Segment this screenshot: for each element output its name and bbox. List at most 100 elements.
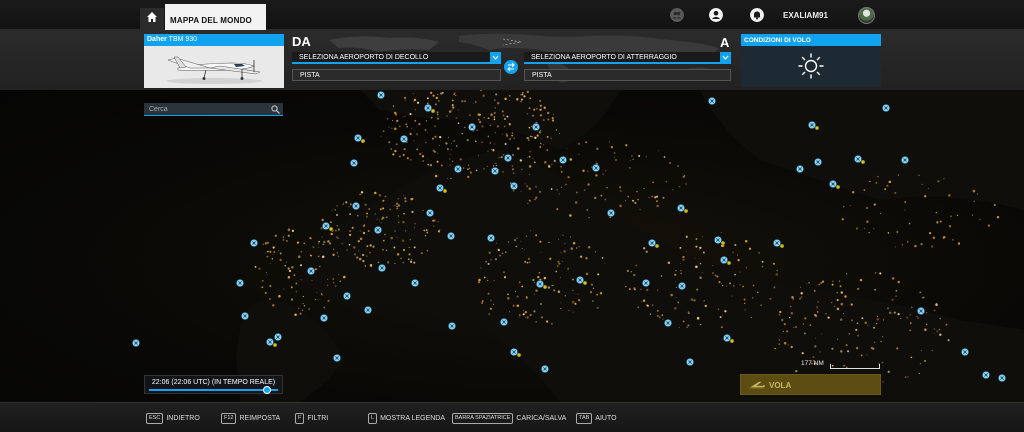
airport-marker[interactable]: [642, 279, 650, 287]
airport-marker[interactable]: [468, 123, 476, 131]
airport-marker[interactable]: [266, 338, 274, 346]
hint-filters[interactable]: F FILTRI: [295, 413, 328, 424]
airport-marker[interactable]: [592, 164, 600, 172]
airport-marker[interactable]: [454, 165, 462, 173]
hint-back[interactable]: ESC INDIETRO: [146, 413, 200, 424]
username[interactable]: EXALIAM91: [783, 11, 828, 20]
airport-marker[interactable]: [447, 232, 455, 240]
departure-runway-field[interactable]: PISTA: [292, 69, 501, 81]
airport-marker[interactable]: [854, 155, 862, 163]
airport-marker[interactable]: [961, 348, 969, 356]
airport-marker[interactable]: [532, 123, 540, 131]
airport-marker[interactable]: [808, 121, 816, 129]
time-slider-knob[interactable]: [263, 386, 271, 394]
airport-marker[interactable]: [424, 104, 432, 112]
airport-marker[interactable]: [274, 333, 282, 341]
airport-marker[interactable]: [377, 91, 385, 99]
profile-icon[interactable]: [709, 8, 723, 22]
world-map[interactable]: [0, 90, 1024, 402]
airport-marker[interactable]: [320, 314, 328, 322]
time-control[interactable]: 22:06 (22:06 UTC) (IN TEMPO REALE): [144, 375, 283, 394]
friends-icon[interactable]: [670, 8, 684, 22]
airport-marker[interactable]: [686, 358, 694, 366]
airport-marker[interactable]: [607, 209, 615, 217]
airport-marker[interactable]: [677, 204, 685, 212]
airport-marker[interactable]: [352, 202, 360, 210]
airport-marker[interactable]: [882, 104, 890, 112]
airport-marker[interactable]: [364, 306, 372, 314]
airport-marker[interactable]: [491, 167, 499, 175]
airport-marker[interactable]: [541, 365, 549, 373]
airport-marker[interactable]: [236, 279, 244, 287]
airport-marker[interactable]: [307, 267, 315, 275]
hint-load-save[interactable]: BARRA SPAZIATRICE CARICA/SALVA: [452, 413, 566, 424]
city-light: [641, 300, 643, 302]
departure-airport-select[interactable]: SELEZIONA AEROPORTO DI DECOLLO: [292, 52, 501, 64]
tab-world-map[interactable]: MAPPA DEL MONDO: [165, 4, 266, 30]
swap-airports-button[interactable]: [504, 60, 518, 74]
airport-marker[interactable]: [343, 292, 351, 300]
airport-marker[interactable]: [487, 234, 495, 242]
city-light: [489, 142, 492, 144]
airport-marker[interactable]: [536, 280, 544, 288]
airport-marker[interactable]: [510, 182, 518, 190]
airport-marker[interactable]: [448, 322, 456, 330]
aircraft-selector[interactable]: Daher TBM 930: [144, 34, 284, 88]
airport-marker[interactable]: [559, 156, 567, 164]
airport-marker[interactable]: [917, 307, 925, 315]
airport-marker[interactable]: [829, 180, 837, 188]
airport-marker[interactable]: [350, 159, 358, 167]
city-light: [722, 284, 724, 287]
map-canvas[interactable]: [0, 90, 1024, 402]
time-slider-track[interactable]: [149, 389, 278, 391]
airport-marker[interactable]: [901, 156, 909, 164]
notification-icon[interactable]: [750, 8, 764, 22]
airport-marker[interactable]: [504, 154, 512, 162]
airport-marker[interactable]: [400, 135, 408, 143]
arrival-runway-field[interactable]: PISTA: [524, 69, 731, 81]
airport-marker[interactable]: [814, 158, 822, 166]
airport-marker[interactable]: [678, 282, 686, 290]
city-light: [461, 132, 464, 135]
airport-marker[interactable]: [426, 209, 434, 217]
airport-marker[interactable]: [436, 184, 444, 192]
avatar[interactable]: [858, 7, 875, 24]
airport-marker[interactable]: [510, 348, 518, 356]
airport-marker[interactable]: [708, 97, 716, 105]
departure-dropdown-arrow[interactable]: [490, 52, 501, 63]
hint-help[interactable]: TAB AIUTO: [576, 413, 617, 424]
hint-reset[interactable]: F12 REIMPOSTA: [221, 413, 280, 424]
airport-marker[interactable]: [378, 264, 386, 272]
airport-marker[interactable]: [720, 256, 728, 264]
airport-marker[interactable]: [648, 239, 656, 247]
city-light: [699, 262, 702, 265]
hint-legend[interactable]: L MOSTRA LEGENDA: [368, 413, 445, 424]
airport-marker[interactable]: [241, 312, 249, 320]
city-light: [790, 312, 793, 315]
search-input[interactable]: Cerca: [144, 103, 283, 116]
city-light: [539, 104, 542, 107]
airport-marker[interactable]: [576, 276, 584, 284]
airport-marker[interactable]: [998, 374, 1006, 382]
airport-marker[interactable]: [250, 239, 258, 247]
airport-marker[interactable]: [333, 354, 341, 362]
airport-marker[interactable]: [982, 371, 990, 379]
airport-marker[interactable]: [714, 236, 722, 244]
airport-marker[interactable]: [500, 318, 508, 326]
airport-marker[interactable]: [796, 165, 804, 173]
airport-marker[interactable]: [664, 319, 672, 327]
search-icon[interactable]: [271, 105, 280, 114]
airport-marker[interactable]: [322, 222, 330, 230]
airport-marker[interactable]: [773, 239, 781, 247]
arrival-airport-select[interactable]: SELEZIONA AEROPORTO DI ATTERRAGGIO: [524, 52, 731, 64]
airport-marker[interactable]: [723, 334, 731, 342]
airport-marker[interactable]: [374, 226, 382, 234]
airport-marker[interactable]: [411, 279, 419, 287]
city-light: [921, 296, 924, 299]
airport-marker[interactable]: [132, 339, 140, 347]
airport-marker[interactable]: [354, 134, 362, 142]
fly-button[interactable]: VOLA: [740, 374, 881, 395]
flight-conditions-panel[interactable]: CONDIZIONI DI VOLO: [741, 34, 881, 87]
arrival-dropdown-arrow[interactable]: [720, 52, 731, 63]
home-button[interactable]: [140, 8, 164, 30]
